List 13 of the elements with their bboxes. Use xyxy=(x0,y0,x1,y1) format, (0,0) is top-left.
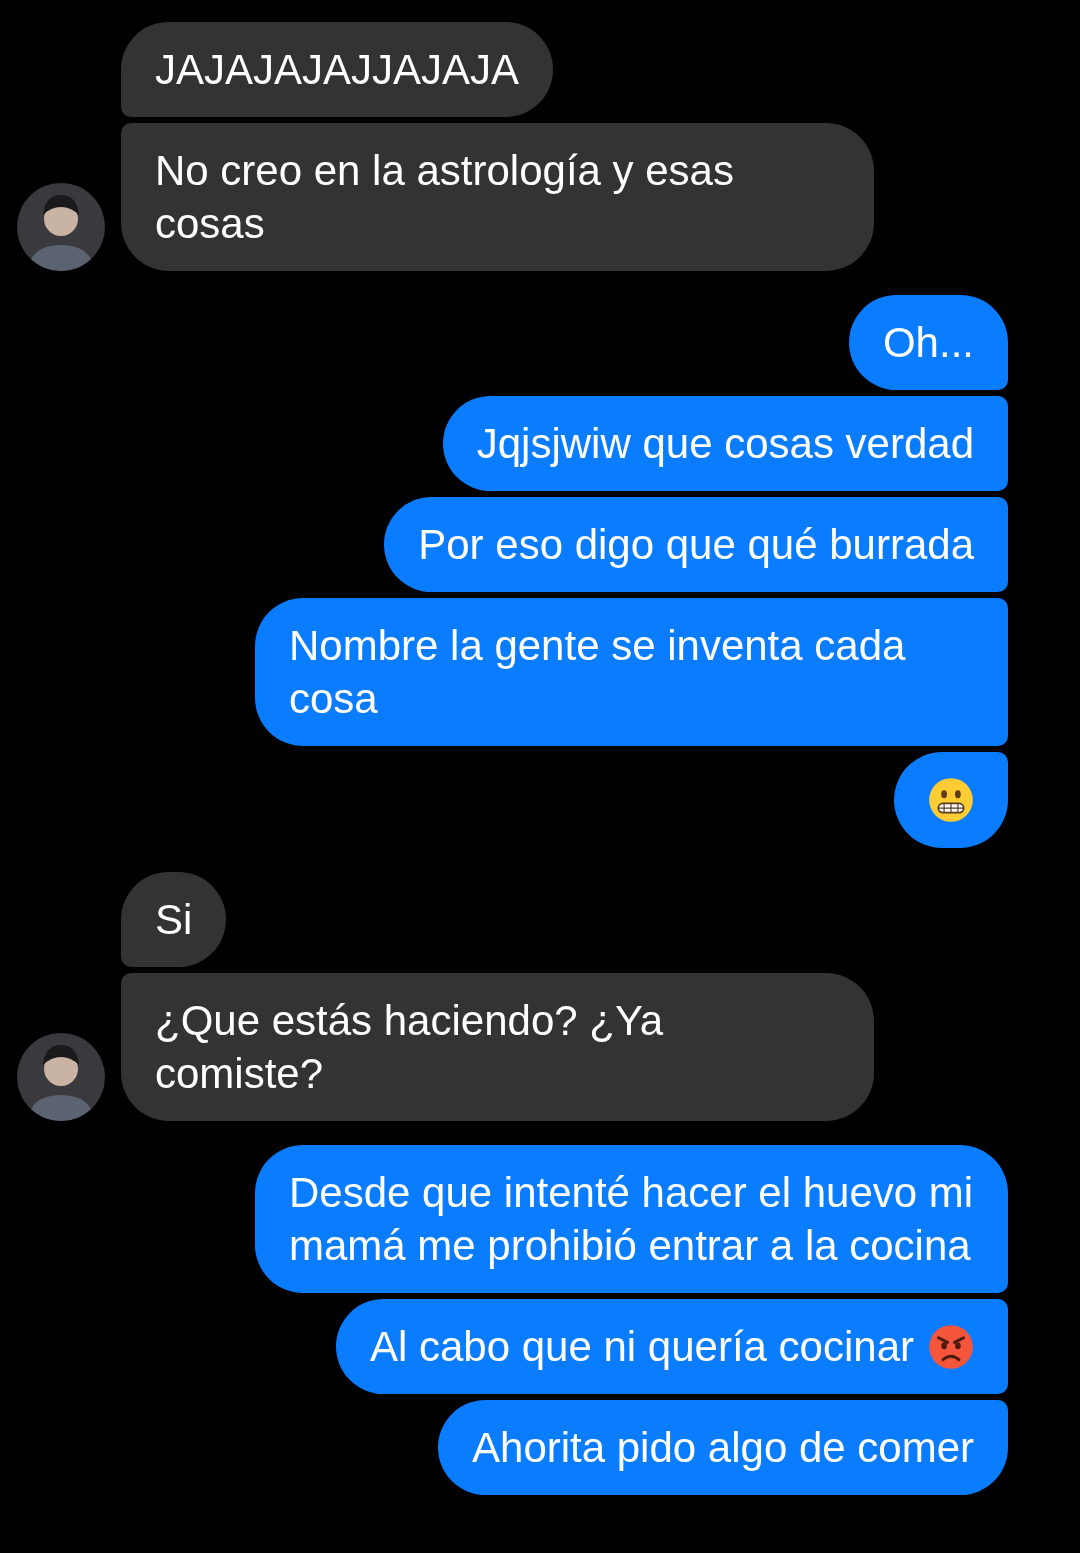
message-bubble: No creo en la astrología y esas cosas xyxy=(121,123,874,271)
message-bubble: Al cabo que ni quería cocinar xyxy=(336,1299,1008,1394)
message-bubble: Oh... xyxy=(848,295,1008,390)
message-bubble: Nombre la gente se inventa cada cosa xyxy=(255,598,1008,746)
message-bubble: Jqjsjwiw que cosas verdad xyxy=(442,396,1008,491)
message-bubble: Desde que intenté hacer el huevo mi mamá me prohibió entrar a la cocina xyxy=(255,1145,1008,1293)
message-bubble: JAJAJAJAJJAJAJA xyxy=(121,22,554,117)
message-bubble: Por eso digo que qué burrada xyxy=(384,497,1008,592)
grimacing-face-icon xyxy=(928,777,974,823)
angry-face-icon xyxy=(928,1323,974,1370)
message-bubble: Ahorita pido algo de comer xyxy=(438,1400,1008,1495)
message-bubble: Si xyxy=(121,872,227,967)
message-bubble: ¿Que estás haciendo? ¿Ya comiste? xyxy=(121,973,874,1121)
